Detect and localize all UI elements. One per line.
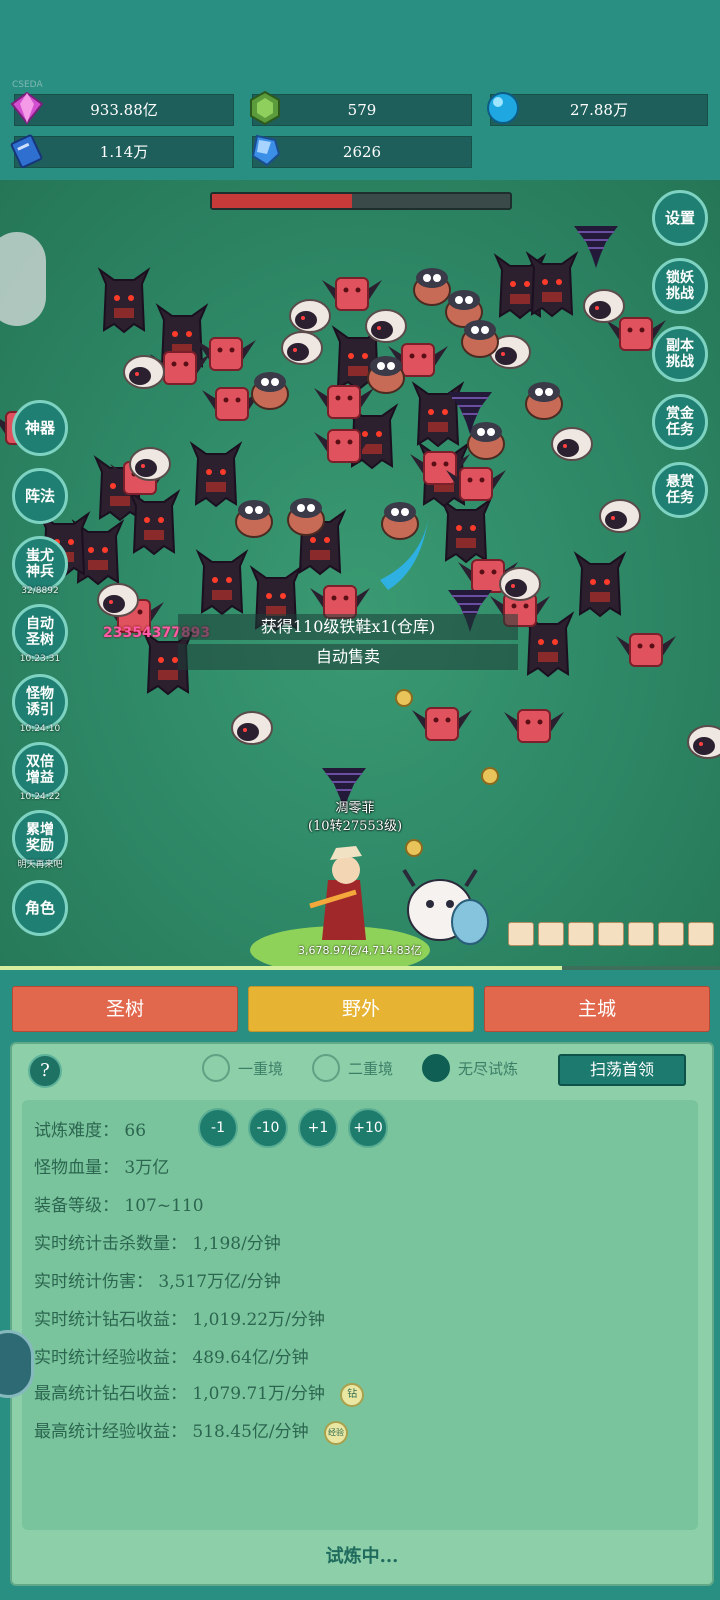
bounty-task-label: 赏金任务 <box>666 406 694 438</box>
mode-radio-first-realm[interactable]: 一重境 <box>202 1054 283 1082</box>
radio-circle-selected <box>422 1054 450 1082</box>
orb-value: 27.88万 <box>570 101 628 119</box>
buff-icon <box>658 922 684 946</box>
auto-sell-message: 自动售卖 <box>178 644 518 670</box>
hero-nameplate: 凋零菲 (10转27553级) <box>300 800 410 836</box>
difficulty-plus-10-button[interactable]: +10 <box>348 1108 388 1148</box>
mode-label: 一重境 <box>238 1059 284 1078</box>
reward-task-label: 悬赏任务 <box>666 474 694 506</box>
sweep-boss-button[interactable]: 扫荡首领 <box>558 1054 686 1086</box>
book-value: 1.14万 <box>99 143 149 161</box>
character-label: 角色 <box>24 899 55 917</box>
monster-lure-timer: 10:24:10 <box>19 724 61 734</box>
settings-label: 设置 <box>664 209 695 227</box>
auto-tree-label: 自动圣树 <box>26 616 54 648</box>
side-button-character[interactable]: 角色 <box>12 880 68 936</box>
diamond-value: 933.88亿 <box>90 101 158 119</box>
diamond-badge-icon: 钻 <box>340 1382 365 1407</box>
tab-main-city[interactable]: 主城 <box>484 986 710 1032</box>
exp-bar-fill <box>0 966 562 970</box>
cumulative-reward-label: 累增奖励 <box>26 822 54 854</box>
stat-monster-hp: 怪物血量： 3万亿 <box>34 1158 170 1178</box>
difficulty-plus-1-button[interactable]: +1 <box>298 1108 338 1148</box>
buff-icon <box>568 922 594 946</box>
buff-icon <box>598 922 624 946</box>
enemy-swarm <box>0 225 720 970</box>
stat-diamond-rate: 实时统计钻石收益： 1,019.22万/分钟 <box>34 1310 325 1330</box>
difficulty-minus-1-button[interactable]: -1 <box>198 1108 238 1148</box>
floating-menu-handle[interactable] <box>0 232 46 326</box>
demon-lock-challenge-button[interactable]: 锁妖挑战 <box>652 258 708 314</box>
difficulty-value: 66 <box>124 1121 147 1141</box>
hero-name: 凋零菲 <box>335 801 375 816</box>
settings-button[interactable]: 设置 <box>652 190 708 246</box>
reward-task-button[interactable]: 悬赏任务 <box>652 462 708 518</box>
stat-best-diamond-rate: 最高统计钻石收益： 1,079.71万/分钟 <box>34 1384 325 1404</box>
mode-label: 二重境 <box>348 1059 394 1078</box>
diamond-counter: 933.88亿 <box>10 91 234 126</box>
side-button-auto-tree[interactable]: 自动圣树 10:23:31 <box>12 604 68 664</box>
location-tabs: 圣树 野外 主城 <box>12 986 710 1032</box>
exp-bar <box>0 966 720 970</box>
exp-text: 3,678.97亿/4,714.83亿 <box>298 944 422 957</box>
buff-icon <box>538 922 564 946</box>
double-boost-label: 双倍增益 <box>26 754 54 786</box>
resource-header: CSEDA 933.88亿 579 27.88万 1.14万 2626 <box>0 0 720 180</box>
dungeon-label: 副本挑战 <box>666 338 694 370</box>
side-button-double-boost[interactable]: 双倍增益 10:24:22 <box>12 742 68 802</box>
buff-icon <box>628 922 654 946</box>
crystal-counter: 2626 <box>251 134 472 168</box>
tab-sacred-tree[interactable]: 圣树 <box>12 986 238 1032</box>
buff-icons <box>508 922 714 946</box>
trial-stats-area: 试炼难度： 66 -1 -10 +1 +10 怪物血量： 3万亿 装备等级： 1… <box>22 1100 698 1530</box>
difficulty-label: 试炼难度： <box>34 1121 119 1141</box>
side-button-artifact[interactable]: 神器 <box>12 400 68 456</box>
trial-panel: ? 一重境 二重境 无尽试炼 扫荡首领 试炼难度： 66 -1 -10 +1 +… <box>10 1042 714 1586</box>
radio-circle <box>312 1054 340 1082</box>
tab-wilderness[interactable]: 野外 <box>248 986 474 1032</box>
jade-counter: 579 <box>250 90 472 126</box>
difficulty-minus-10-button[interactable]: -10 <box>248 1108 288 1148</box>
orb-counter: 27.88万 <box>487 92 708 126</box>
radio-circle <box>202 1054 230 1082</box>
chiyou-weapon-label: 蚩尤神兵 <box>26 548 54 580</box>
auto-tree-timer: 10:23:31 <box>19 654 61 664</box>
jade-value: 579 <box>347 101 377 119</box>
loot-message: 获得110级铁鞋x1(仓库) <box>178 614 518 640</box>
trial-status: 试炼中... <box>325 1546 399 1567</box>
buff-icon <box>508 922 534 946</box>
difficulty-row: 试炼难度： 66 <box>34 1116 146 1141</box>
side-button-monster-lure[interactable]: 怪物诱引 10:24:10 <box>12 674 68 734</box>
mode-radio-second-realm[interactable]: 二重境 <box>312 1054 393 1082</box>
formation-label: 阵法 <box>24 487 55 505</box>
artifact-label: 神器 <box>24 419 55 437</box>
header-tag: CSEDA <box>12 80 43 90</box>
monster-lure-label: 怪物诱引 <box>26 686 54 718</box>
dungeon-challenge-button[interactable]: 副本挑战 <box>652 326 708 382</box>
buff-icon <box>688 922 714 946</box>
stat-best-diamond-row: 最高统计钻石收益： 1,079.71万/分钟 钻 <box>34 1379 365 1407</box>
stat-damage-rate: 实时统计伤害： 3,517万亿/分钟 <box>34 1272 281 1292</box>
crystal-value: 2626 <box>342 143 382 161</box>
stat-exp-rate: 实时统计经验收益： 489.64亿/分钟 <box>34 1348 309 1368</box>
stat-best-exp-row: 最高统计经验收益： 518.45亿/分钟 经验 <box>34 1417 349 1445</box>
demon-lock-label: 锁妖挑战 <box>666 270 694 302</box>
battle-scene[interactable]: 神器 阵法 蚩尤神兵 32/8892 自动圣树 10:23:31 怪物诱引 10… <box>0 180 720 970</box>
bounty-task-button[interactable]: 赏金任务 <box>652 394 708 450</box>
mode-label: 无尽试炼 <box>458 1059 519 1078</box>
stat-best-exp-rate: 最高统计经验收益： 518.45亿/分钟 <box>34 1422 309 1442</box>
double-boost-timer: 10:24:22 <box>19 792 61 802</box>
stat-kill-rate: 实时统计击杀数量： 1,198/分钟 <box>34 1234 281 1254</box>
help-button[interactable]: ? <box>28 1054 62 1088</box>
cumulative-reward-status: 明天再来吧 <box>17 860 63 870</box>
side-button-chiyou-weapon[interactable]: 蚩尤神兵 32/8892 <box>12 536 68 596</box>
stat-equipment-level: 装备等级： 107~110 <box>34 1196 204 1216</box>
mode-radio-endless-trial[interactable]: 无尽试炼 <box>422 1054 518 1082</box>
exp-badge-icon: 经验 <box>324 1420 349 1445</box>
hero-level: (10转27553级) <box>307 819 403 834</box>
side-button-cumulative-reward[interactable]: 累增奖励 明天再来吧 <box>12 810 68 870</box>
chiyou-weapon-count: 32/8892 <box>21 586 59 596</box>
side-button-formation[interactable]: 阵法 <box>12 468 68 524</box>
book-counter: 1.14万 <box>10 134 234 168</box>
